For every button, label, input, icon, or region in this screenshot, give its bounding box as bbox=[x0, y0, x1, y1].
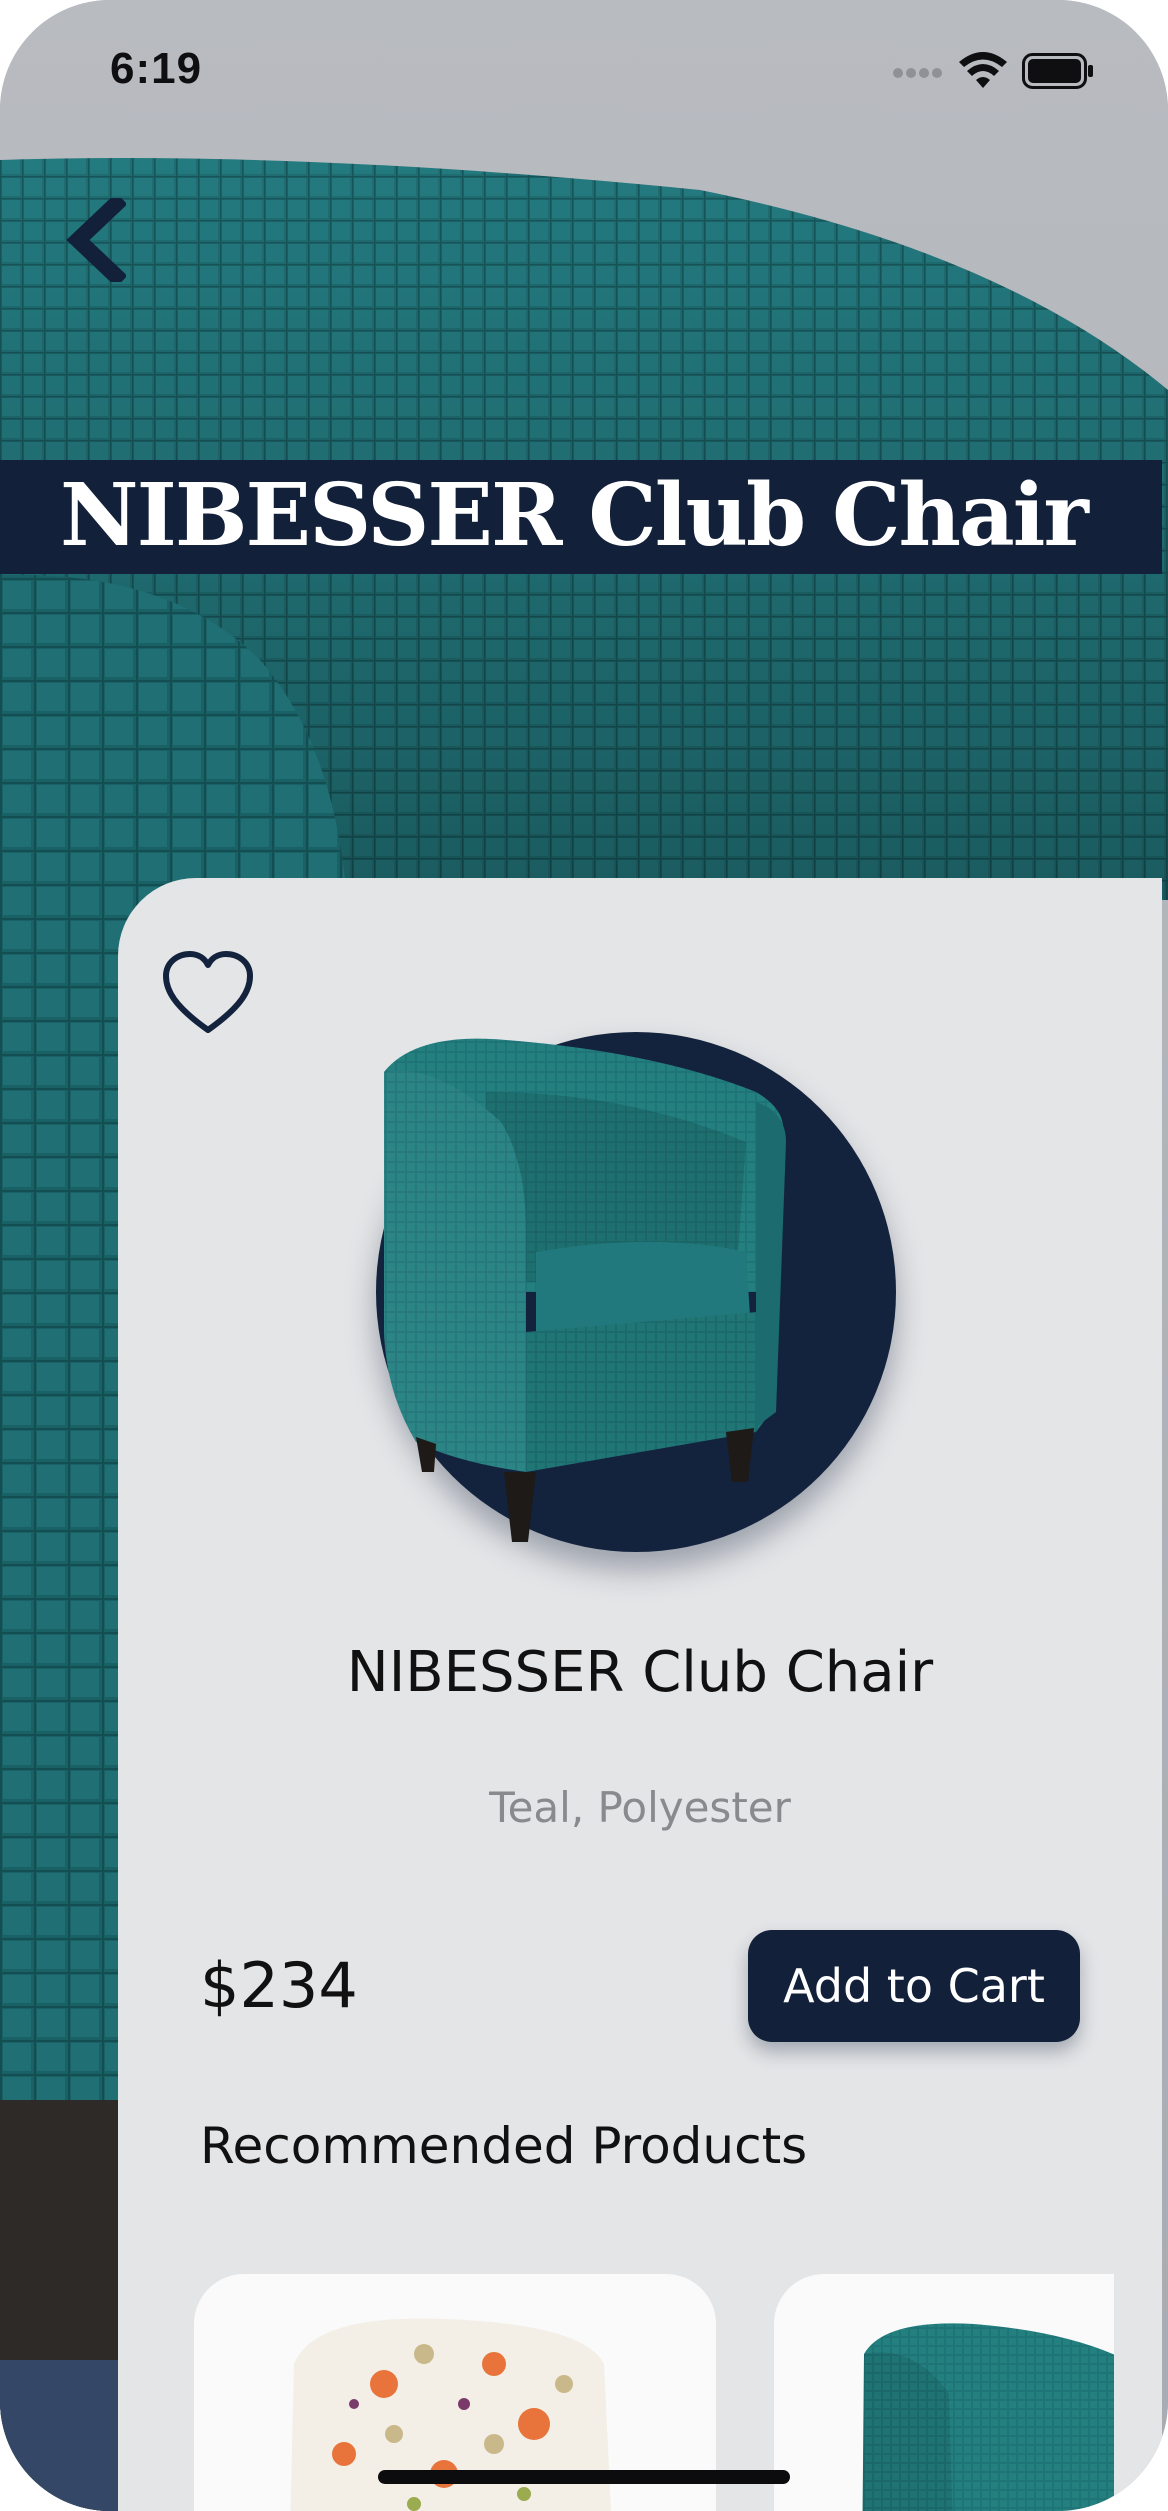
teal-club-chair-illustration bbox=[384, 1038, 786, 1542]
product-name: NIBESSER Club Chair bbox=[346, 1640, 934, 1705]
product-price: $234 bbox=[200, 1949, 358, 2022]
battery-icon bbox=[1022, 53, 1094, 93]
status-bar: 6:19 bbox=[0, 0, 1168, 150]
hero-title: NIBESSER Club Chair bbox=[60, 465, 1089, 566]
status-icons bbox=[892, 52, 1094, 94]
recommended-item[interactable] bbox=[774, 2274, 1114, 2511]
back-button[interactable] bbox=[56, 192, 136, 288]
phone-screen: 6:19 NIBESSER Club Chair NIBESSER Club C… bbox=[0, 0, 1168, 2511]
teal-tub-chair-image bbox=[862, 2323, 1114, 2511]
home-indicator bbox=[378, 2470, 790, 2484]
add-to-cart-button[interactable]: Add to Cart bbox=[748, 1930, 1080, 2042]
heart-outline-icon bbox=[160, 951, 256, 1042]
product-detail-card: NIBESSER Club Chair Teal, Polyester $234… bbox=[118, 878, 1162, 2511]
wifi-icon bbox=[958, 52, 1008, 94]
cellular-signal-icon bbox=[892, 64, 944, 83]
product-image bbox=[376, 1032, 916, 1552]
hero-title-band: NIBESSER Club Chair bbox=[0, 460, 1162, 574]
favorite-button[interactable] bbox=[160, 948, 256, 1038]
chevron-left-icon bbox=[66, 192, 128, 288]
product-variant: Teal, Polyester bbox=[489, 1783, 791, 1832]
recommended-heading: Recommended Products bbox=[200, 2117, 808, 2175]
status-time: 6:19 bbox=[110, 44, 203, 93]
